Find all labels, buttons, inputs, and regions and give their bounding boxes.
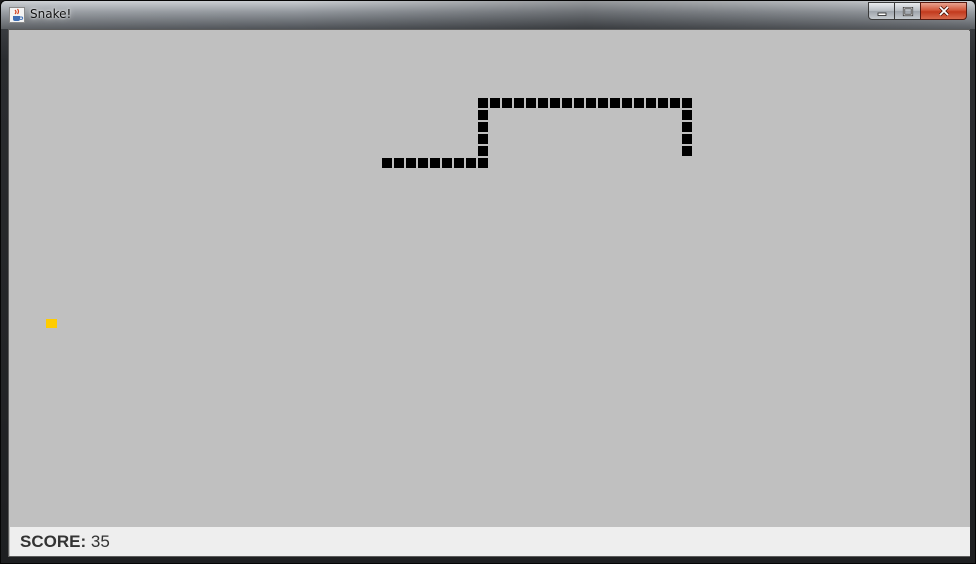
snake-segment bbox=[490, 98, 500, 108]
snake-segment bbox=[442, 158, 452, 168]
status-bar: SCORE: 35 bbox=[10, 527, 970, 556]
snake-segment bbox=[646, 98, 656, 108]
score-label: SCORE: bbox=[20, 532, 87, 551]
snake-segment bbox=[682, 146, 692, 156]
snake-segment bbox=[406, 158, 416, 168]
java-coffee-cup-icon bbox=[9, 7, 25, 23]
snake-segment bbox=[478, 122, 488, 132]
close-icon bbox=[937, 2, 951, 21]
snake-segment bbox=[634, 98, 644, 108]
maximize-button[interactable] bbox=[894, 2, 921, 20]
game-board[interactable] bbox=[10, 31, 970, 527]
food-pellet bbox=[46, 319, 57, 328]
window-title: Snake! bbox=[30, 7, 72, 21]
snake-segment bbox=[622, 98, 632, 108]
minimize-button[interactable] bbox=[868, 2, 895, 20]
snake-segment bbox=[478, 110, 488, 120]
snake-segment bbox=[382, 158, 392, 168]
game-panel: SCORE: 35 bbox=[8, 29, 970, 557]
snake-segment bbox=[682, 110, 692, 120]
close-button[interactable] bbox=[920, 2, 967, 20]
snake-segment bbox=[514, 98, 524, 108]
minimize-icon bbox=[876, 2, 888, 21]
snake-segment bbox=[670, 98, 680, 108]
app-window: Snake! SCORE: 35 bbox=[0, 0, 976, 564]
snake-segment bbox=[538, 98, 548, 108]
snake-segment bbox=[658, 98, 668, 108]
snake-segment bbox=[478, 134, 488, 144]
snake-segment bbox=[478, 146, 488, 156]
snake-segment bbox=[394, 158, 404, 168]
snake-segment bbox=[526, 98, 536, 108]
score-display: SCORE: 35 bbox=[20, 532, 110, 552]
snake-segment bbox=[502, 98, 512, 108]
snake-segment bbox=[682, 122, 692, 132]
score-value: 35 bbox=[90, 532, 110, 551]
snake-segment bbox=[478, 98, 488, 108]
snake-segment bbox=[562, 98, 572, 108]
snake-segment bbox=[574, 98, 584, 108]
snake-segment bbox=[466, 158, 476, 168]
snake-segment bbox=[478, 158, 488, 168]
snake-segment bbox=[682, 98, 692, 108]
snake-segment bbox=[586, 98, 596, 108]
snake-segment bbox=[550, 98, 560, 108]
snake-segment bbox=[610, 98, 620, 108]
snake-segment bbox=[682, 134, 692, 144]
snake-segment bbox=[454, 158, 464, 168]
maximize-icon bbox=[902, 2, 914, 21]
title-bar[interactable]: Snake! bbox=[1, 1, 975, 29]
snake-segment bbox=[598, 98, 608, 108]
snake-segment bbox=[430, 158, 440, 168]
snake-segment bbox=[418, 158, 428, 168]
